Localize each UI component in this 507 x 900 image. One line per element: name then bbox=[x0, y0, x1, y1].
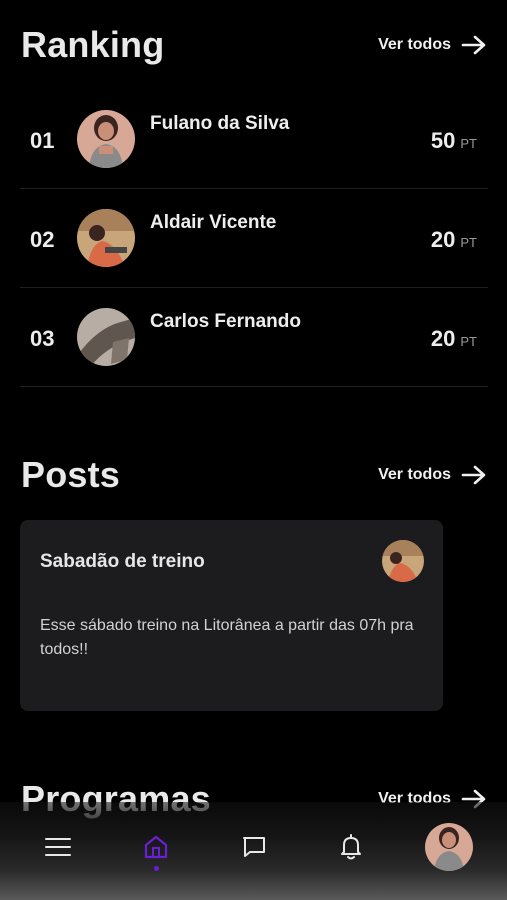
ranking-list: 01 Fulano da Silva 50 PT 02 Aldair Vicen… bbox=[20, 90, 488, 387]
posts-see-all-label: Ver todos bbox=[378, 466, 451, 483]
points-unit: PT bbox=[460, 136, 477, 151]
user-points: 20 PT bbox=[431, 326, 477, 352]
tab-profile[interactable] bbox=[419, 802, 479, 892]
bottom-tab-bar bbox=[0, 802, 507, 900]
active-tab-indicator bbox=[154, 866, 159, 871]
tab-home[interactable] bbox=[126, 802, 186, 892]
home-icon bbox=[144, 835, 168, 859]
post-card[interactable]: Sabadão de treino Esse sábado treino na … bbox=[20, 520, 443, 711]
rank-position: 01 bbox=[30, 128, 55, 153]
user-name: Fulano da Silva bbox=[150, 113, 290, 134]
user-name: Carlos Fernando bbox=[150, 311, 301, 332]
tab-notifications[interactable] bbox=[321, 802, 381, 892]
bell-icon bbox=[341, 834, 361, 860]
ranking-row[interactable]: 01 Fulano da Silva 50 PT bbox=[20, 90, 488, 189]
post-title: Sabadão de treino bbox=[40, 551, 205, 572]
user-points: 20 PT bbox=[431, 227, 477, 253]
points-value: 20 bbox=[430, 326, 456, 351]
ranking-row[interactable]: 03 Carlos Fernando 20 PT bbox=[20, 288, 488, 387]
ranking-title: Ranking bbox=[21, 24, 165, 65]
arrow-right-icon bbox=[461, 35, 486, 55]
menu-icon bbox=[45, 838, 71, 856]
app-screen: Ranking Ver todos 01 Fulano da Silva 50 … bbox=[0, 0, 507, 900]
chat-icon bbox=[243, 837, 265, 857]
ranking-row[interactable]: 02 Aldair Vicente 20 PT bbox=[20, 189, 488, 288]
rank-position: 03 bbox=[30, 326, 55, 351]
points-value: 50 bbox=[430, 128, 456, 153]
posts-header: Posts Ver todos bbox=[21, 454, 487, 496]
post-body: Esse sábado treino na Litorânea a partir… bbox=[40, 617, 414, 658]
points-unit: PT bbox=[460, 334, 477, 349]
ranking-see-all-link[interactable]: Ver todos bbox=[378, 35, 487, 55]
user-name: Aldair Vicente bbox=[150, 212, 277, 233]
posts-title: Posts bbox=[21, 454, 121, 495]
post-author-avatar bbox=[382, 540, 424, 582]
tab-messages[interactable] bbox=[224, 802, 284, 892]
points-value: 20 bbox=[430, 227, 456, 252]
points-unit: PT bbox=[460, 235, 477, 250]
user-points: 50 PT bbox=[431, 128, 477, 154]
avatar bbox=[77, 308, 135, 366]
profile-avatar bbox=[425, 823, 473, 871]
avatar bbox=[77, 110, 135, 168]
avatar bbox=[77, 209, 135, 267]
arrow-right-icon bbox=[461, 465, 486, 485]
ranking-see-all-label: Ver todos bbox=[378, 36, 451, 53]
ranking-header: Ranking Ver todos bbox=[21, 24, 487, 66]
rank-position: 02 bbox=[30, 227, 55, 252]
posts-see-all-link[interactable]: Ver todos bbox=[378, 465, 487, 485]
tab-menu[interactable] bbox=[28, 802, 88, 892]
